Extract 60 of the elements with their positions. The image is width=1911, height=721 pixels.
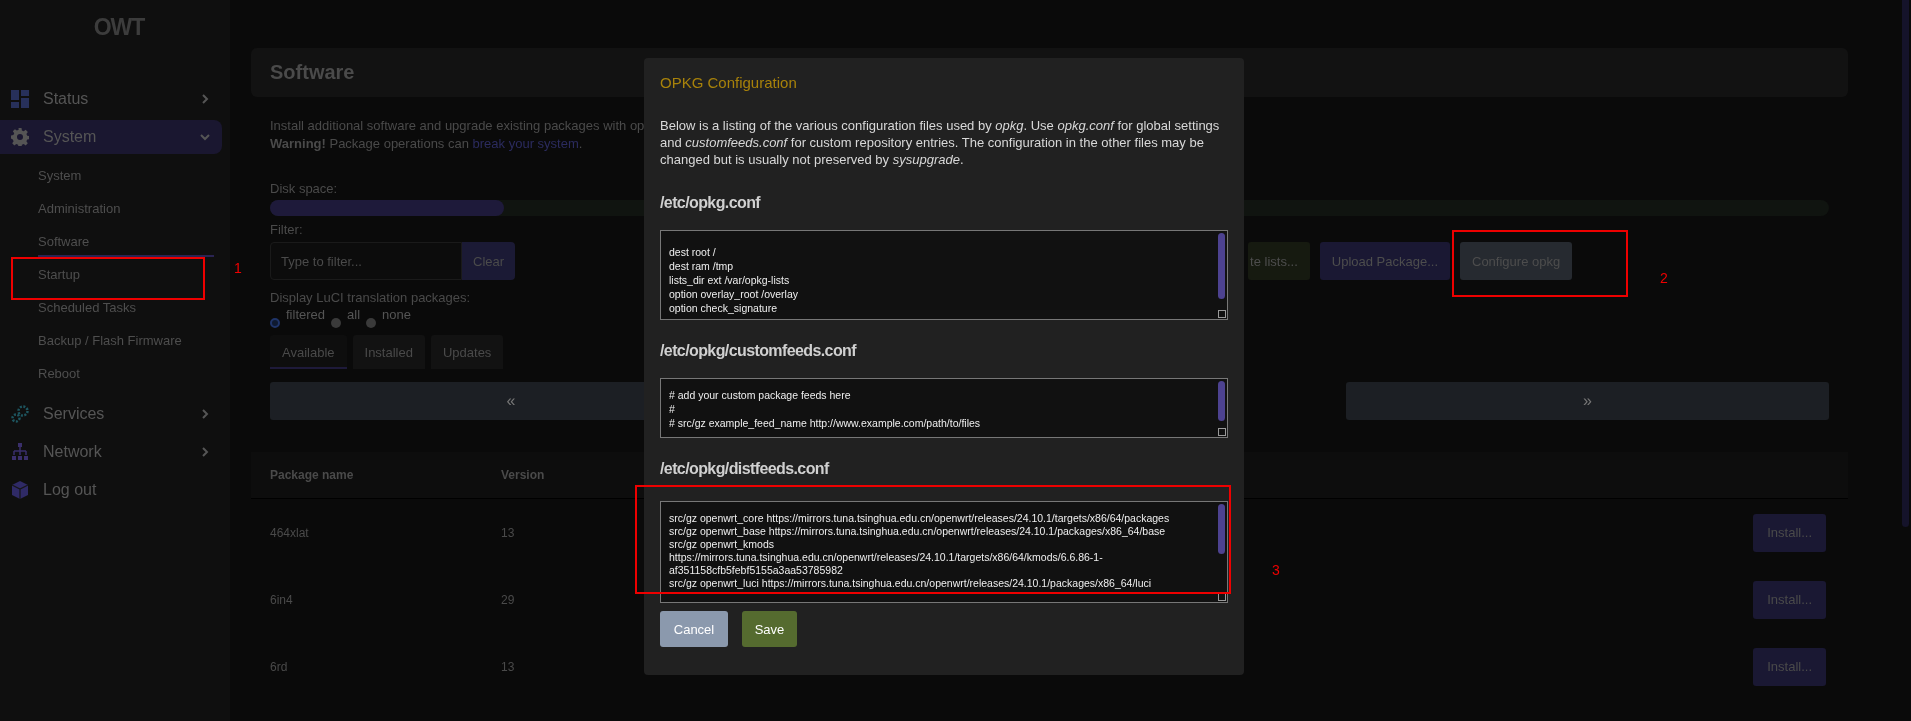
sidebar-subitem[interactable]: Scheduled Tasks <box>38 290 214 323</box>
file-heading: /etc/opkg/customfeeds.conf <box>660 342 856 360</box>
chevron-icon <box>200 94 210 104</box>
tab[interactable]: Updates <box>430 335 504 369</box>
table-cell: 13 <box>501 659 515 674</box>
dialog-description: Below is a listing of the various configuration files used by opkg. Use opkg.conf for global settings and customfeeds.conf for custom repository entries. The configuration in the other files may be changed but is usually not preserved by sysupgrade. <box>660 117 1221 168</box>
cancel-button[interactable]: Cancel <box>660 611 728 647</box>
sidebar-item[interactable]: Network <box>0 435 222 469</box>
radio-label: filtered <box>286 307 326 322</box>
break-system-link[interactable]: break your system <box>472 136 579 151</box>
translation-label: Display LuCI translation packages: <box>270 290 471 305</box>
column-header: Version <box>501 468 545 482</box>
radio-button[interactable] <box>331 318 342 328</box>
annotation-number: 1 <box>234 260 242 276</box>
intro-text: Install additional software and upgrade existing packages with op <box>270 118 645 133</box>
sidebar-subitem[interactable]: Backup / Flash Firmware <box>38 323 214 356</box>
tab[interactable]: Available <box>270 335 347 369</box>
network-icon <box>11 443 29 461</box>
table-cell: 13 <box>501 525 515 540</box>
sidebar-item[interactable]: Services <box>0 397 222 431</box>
annotation-number: 2 <box>1660 270 1668 286</box>
config-field[interactable]: # add your custom package feeds here # # src/gz example_feed_name http://www.example.com/path/to/files <box>660 378 1228 438</box>
annotation-number: 3 <box>1272 562 1280 578</box>
gear-icon <box>11 128 29 146</box>
sidebar-subitem[interactable]: Software <box>38 224 214 257</box>
config-field[interactable]: dest root / dest ram /tmp lists_dir ext /var/opkg-lists option overlay_root /overlay option check_signature <box>660 230 1228 320</box>
action-button[interactable]: te lists... <box>1248 242 1310 280</box>
dialog-title: OPKG Configuration <box>660 73 797 91</box>
filter-field[interactable]: Type to filter... <box>270 242 462 280</box>
radio-button[interactable] <box>270 318 280 328</box>
table-cell-text: 6rd <box>270 659 289 674</box>
chevron-icon <box>200 447 210 457</box>
cube-icon <box>11 481 29 499</box>
grid-icon <box>11 90 29 108</box>
sidebar-subitem[interactable]: Reboot <box>38 356 214 389</box>
sidebar-item[interactable]: System <box>0 120 222 154</box>
config-field[interactable]: src/gz openwrt_core https://mirrors.tuna.tsinghua.edu.cn/openwrt/releases/24.10.1/targets/x86/64/packages src/gz openwrt_base https://mirrors.tuna.tsinghua.edu.cn/openwrt/releases/24.10.1/packages/x86_64/base src/gz openwrt_kmods https://mirrors.tuna.tsinghua.edu.cn/openwrt/releases/24.10.1/targets/x86/64/kmods/6.6.86-1- af351158cfb5febf5155a3aa53785982 src/gz openwrt_luci https://mirrors.tuna.tsinghua.edu.cn/openwrt/releases/24.10.1/packages/x86_64/luci <box>660 501 1228 603</box>
filter-label: Filter: <box>270 222 303 237</box>
tab[interactable]: Installed <box>352 335 425 369</box>
radio-button[interactable] <box>366 318 377 328</box>
sidebar-subitem[interactable]: System <box>38 158 214 191</box>
radio-label: none <box>382 307 411 322</box>
table-cell-text: 464xlat <box>270 525 310 540</box>
gears-icon <box>11 405 29 423</box>
chevron-icon <box>200 132 210 142</box>
file-heading: /etc/opkg.conf <box>660 194 761 212</box>
chevron-icon <box>200 409 210 419</box>
sidebar-subitem[interactable]: Administration <box>38 191 214 224</box>
sidebar-item[interactable]: Log out <box>0 473 222 507</box>
file-heading: /etc/opkg/distfeeds.conf <box>660 460 829 478</box>
warning-text: Warning! Package operations can break your system. <box>270 136 583 151</box>
sidebar-item[interactable]: Status <box>0 82 222 116</box>
table-cell-text: 6in4 <box>270 592 294 607</box>
save-button[interactable]: Save <box>742 611 797 647</box>
next-page-button[interactable]: » <box>1346 382 1829 420</box>
disk-space-label: Disk space: <box>270 181 338 196</box>
column-header: Package name <box>270 468 355 482</box>
table-cell: 29 <box>501 592 515 607</box>
radio-label: all <box>347 307 361 322</box>
sidebar-subitem[interactable]: Startup <box>38 257 214 290</box>
